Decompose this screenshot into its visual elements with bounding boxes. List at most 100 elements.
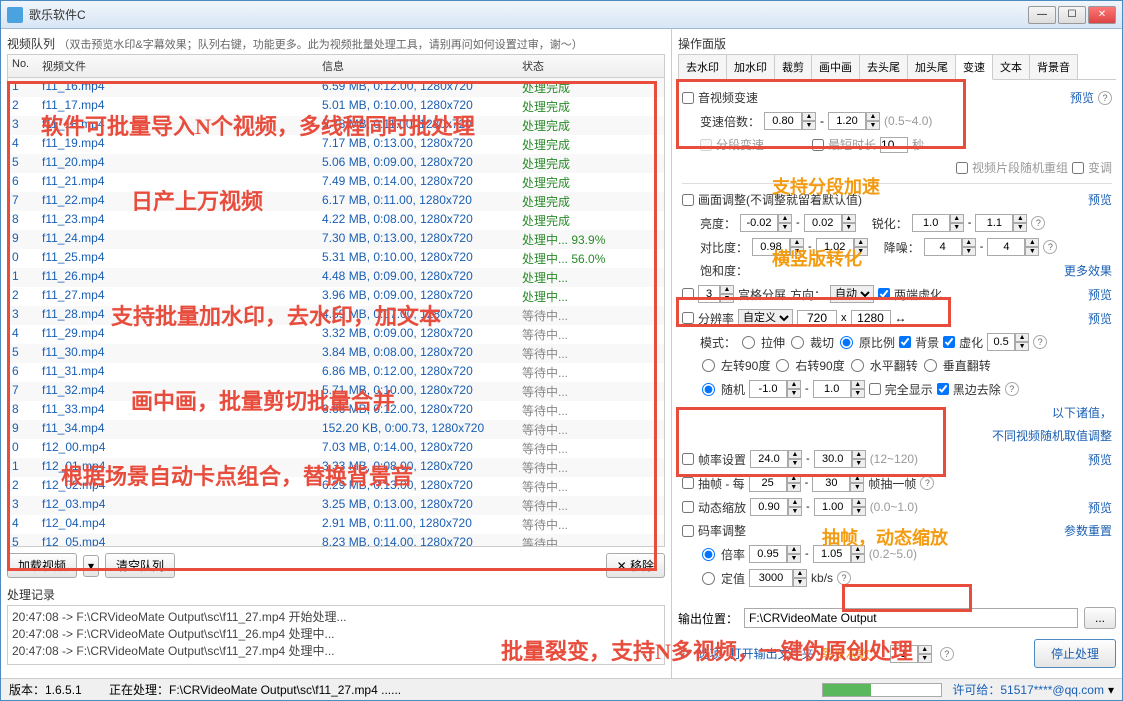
browse-button[interactable]: ...	[1084, 607, 1116, 629]
reset-params-link[interactable]: 参数重置	[1064, 522, 1112, 539]
grid-value[interactable]	[698, 285, 720, 303]
table-row[interactable]: 4f12_04.mp42.91 MB, 0:11.00, 1280x720等待中…	[8, 515, 664, 534]
flipv-radio[interactable]	[924, 359, 937, 372]
options-link[interactable]: 选项	[698, 645, 722, 662]
table-row[interactable]: 9f11_24.mp47.30 MB, 0:13.00, 1280x720处理中…	[8, 230, 664, 249]
min-len-checkbox[interactable]	[812, 139, 824, 151]
draw-from[interactable]	[749, 474, 787, 492]
table-row[interactable]: 0f11_25.mp45.31 MB, 0:10.00, 1280x720处理中…	[8, 249, 664, 268]
speed-checkbox[interactable]	[682, 92, 694, 104]
stretch-radio[interactable]	[742, 336, 755, 349]
video-list[interactable]: 1f11_16.mp46.59 MB, 0:12.00, 1280x720处理完…	[7, 78, 665, 547]
fps-to[interactable]	[814, 450, 852, 468]
rmblack-checkbox[interactable]	[937, 383, 949, 395]
zoom-checkbox[interactable]	[682, 501, 694, 513]
close-button[interactable]: ✕	[1088, 6, 1116, 24]
res-height-input[interactable]	[851, 310, 891, 326]
grid-preview-link[interactable]: 预览	[1088, 286, 1112, 303]
help-icon[interactable]: ?	[1031, 216, 1045, 230]
draw-checkbox[interactable]	[682, 477, 694, 489]
output-path-input[interactable]	[744, 608, 1078, 628]
table-row[interactable]: 1f12_01.mp43.33 MB, 0:08.00, 1280x720等待中…	[8, 458, 664, 477]
fps-checkbox[interactable]	[682, 453, 694, 465]
minimize-button[interactable]: —	[1028, 6, 1056, 24]
contrast-from[interactable]	[752, 238, 790, 256]
help-icon[interactable]: ?	[920, 476, 934, 490]
stop-processing-button[interactable]: 停止处理	[1034, 639, 1116, 668]
col-status[interactable]: 状态	[522, 58, 642, 74]
grid-checkbox[interactable]	[682, 288, 694, 300]
dropdown-icon[interactable]: ▾	[83, 555, 99, 577]
table-row[interactable]: 3f11_28.mp44.59 MB, 0:07.00, 1280x720等待中…	[8, 306, 664, 325]
min-len-input[interactable]	[880, 137, 908, 153]
draw-to[interactable]	[812, 474, 850, 492]
fps-from[interactable]	[750, 450, 788, 468]
denoise-from[interactable]	[924, 238, 962, 256]
tab-7[interactable]: 文本	[992, 54, 1030, 79]
table-row[interactable]: 3f12_03.mp43.25 MB, 0:13.00, 1280x720等待中…	[8, 496, 664, 515]
contrast-to[interactable]	[816, 238, 854, 256]
fliph-radio[interactable]	[851, 359, 864, 372]
table-row[interactable]: 5f12_05.mp48.23 MB, 0:14.00, 1280x720等待中…	[8, 534, 664, 547]
load-video-button[interactable]: 加载视频	[7, 553, 77, 578]
zoom-preview-link[interactable]: 预览	[1088, 499, 1112, 516]
bitrate-to[interactable]	[813, 545, 851, 563]
help-icon[interactable]: ?	[1033, 335, 1047, 349]
blur-value[interactable]	[987, 333, 1015, 351]
rotate-random-radio[interactable]	[702, 383, 715, 396]
crop-radio[interactable]	[791, 336, 804, 349]
rotate-left90-radio[interactable]	[702, 359, 715, 372]
table-row[interactable]: 8f11_33.mp46.66 MB, 0:12.00, 1280x720等待中…	[8, 401, 664, 420]
maximize-button[interactable]: ☐	[1058, 6, 1086, 24]
keep-radio[interactable]	[840, 336, 853, 349]
table-row[interactable]: 2f12_02.mp46.29 MB, 0:13.00, 1280x720等待中…	[8, 477, 664, 496]
table-row[interactable]: 4f11_19.mp47.17 MB, 0:13.00, 1280x720处理完…	[8, 135, 664, 154]
remove-button[interactable]: ✕ 移除	[606, 553, 665, 578]
bitrate-from[interactable]	[749, 545, 787, 563]
random-regroup-checkbox[interactable]	[956, 162, 968, 174]
table-row[interactable]: 2f11_17.mp45.01 MB, 0:10.00, 1280x720处理完…	[8, 97, 664, 116]
sharpen-from[interactable]	[912, 214, 950, 232]
pitch-checkbox[interactable]	[1072, 162, 1084, 174]
table-row[interactable]: 1f11_26.mp44.48 MB, 0:09.00, 1280x720处理中…	[8, 268, 664, 287]
license-label[interactable]: 许可给：51517****@qq.com	[952, 681, 1104, 698]
gear-icon[interactable]: ⚙	[678, 646, 690, 662]
table-row[interactable]: 2f11_27.mp43.96 MB, 0:09.00, 1280x720处理中…	[8, 287, 664, 306]
swap-icon[interactable]: ↔	[895, 311, 907, 325]
speed-from-input[interactable]	[764, 112, 802, 130]
dropdown-icon[interactable]: ▾	[1108, 683, 1114, 697]
tab-3[interactable]: 画中画	[811, 54, 860, 79]
table-row[interactable]: 6f11_31.mp46.86 MB, 0:12.00, 1280x720等待中…	[8, 363, 664, 382]
table-row[interactable]: 3f11_18.mp45.78 MB, 0:11.00, 1280x720处理完…	[8, 116, 664, 135]
fullshow-checkbox[interactable]	[869, 383, 881, 395]
zoom-from[interactable]	[750, 498, 788, 516]
fps-preview-link[interactable]: 预览	[1088, 451, 1112, 468]
tab-1[interactable]: 加水印	[726, 54, 775, 79]
table-row[interactable]: 1f11_16.mp46.59 MB, 0:12.00, 1280x720处理完…	[8, 78, 664, 97]
table-row[interactable]: 5f11_30.mp43.84 MB, 0:08.00, 1280x720等待中…	[8, 344, 664, 363]
rotate-to[interactable]	[813, 380, 851, 398]
bitrate-checkbox[interactable]	[682, 525, 694, 537]
col-info[interactable]: 信息	[322, 58, 522, 74]
table-row[interactable]: 8f11_23.mp44.22 MB, 0:08.00, 1280x720处理完…	[8, 211, 664, 230]
adjust-preview-link[interactable]: 预览	[1088, 191, 1112, 208]
grid-dir-select[interactable]: 自动	[830, 285, 874, 303]
tab-6[interactable]: 变速	[955, 54, 993, 80]
help-icon[interactable]: ?	[940, 647, 954, 661]
adjust-checkbox[interactable]	[682, 194, 694, 206]
table-row[interactable]: 6f11_21.mp47.49 MB, 0:14.00, 1280x720处理完…	[8, 173, 664, 192]
res-preset-select[interactable]: 自定义	[738, 309, 793, 327]
bitrate-fixed-value[interactable]	[749, 569, 793, 587]
rotate-from[interactable]	[749, 380, 787, 398]
sharpen-to[interactable]	[975, 214, 1013, 232]
speed-preview-link[interactable]: 预览	[1070, 89, 1094, 106]
rotate-right90-radio[interactable]	[776, 359, 789, 372]
help-icon[interactable]: ?	[1043, 240, 1057, 254]
tab-2[interactable]: 裁剪	[774, 54, 812, 79]
tab-0[interactable]: 去水印	[678, 54, 727, 79]
res-preview-link[interactable]: 预览	[1088, 310, 1112, 327]
twoend-checkbox[interactable]	[878, 288, 890, 300]
tab-4[interactable]: 去头尾	[859, 54, 908, 79]
res-checkbox[interactable]	[682, 312, 694, 324]
res-width-input[interactable]	[797, 310, 837, 326]
